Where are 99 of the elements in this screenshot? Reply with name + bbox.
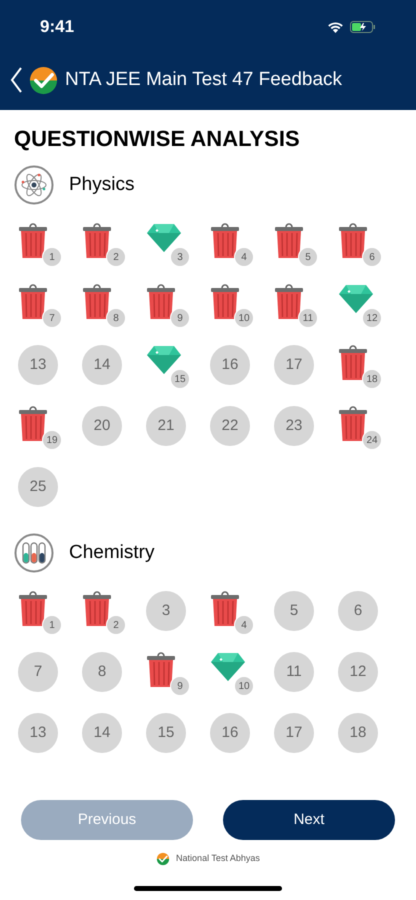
trash-bin-icon — [274, 284, 304, 320]
question-button[interactable]: 5 — [274, 223, 314, 263]
question-button[interactable]: 22 — [210, 406, 250, 446]
question-number: 8 — [106, 308, 126, 328]
question-number: 10 — [234, 308, 254, 328]
question-button[interactable]: 13 — [18, 713, 58, 753]
question-button[interactable]: 18 — [338, 713, 378, 753]
screen-title: NTA JEE Main Test 47 Feedback — [65, 68, 342, 92]
trash-bin-icon — [338, 406, 368, 442]
trash-bin-icon — [82, 223, 112, 259]
trash-bin-icon — [338, 223, 368, 259]
trash-bin-icon — [18, 406, 48, 442]
question-button[interactable]: 3 — [146, 591, 186, 631]
question-number: 10 — [234, 676, 254, 696]
question-button[interactable]: 7 — [18, 284, 58, 324]
question-number: 2 — [106, 615, 126, 635]
question-number: 1 — [42, 615, 62, 635]
question-number: 5 — [298, 247, 318, 267]
subject-name: Chemistry — [69, 540, 155, 565]
question-button[interactable]: 9 — [146, 652, 186, 692]
question-button[interactable]: 25 — [18, 467, 58, 507]
question-number: 4 — [234, 247, 254, 267]
question-button[interactable]: 21 — [146, 406, 186, 446]
question-button[interactable]: 18 — [338, 345, 378, 385]
diamond-icon — [146, 345, 182, 375]
question-button[interactable]: 17 — [274, 345, 314, 385]
question-button[interactable]: 10 — [210, 284, 250, 324]
question-button[interactable]: 7 — [18, 652, 58, 692]
question-number: 4 — [234, 615, 254, 635]
next-button[interactable]: Next — [223, 800, 395, 840]
question-button[interactable]: 8 — [82, 284, 122, 324]
trash-bin-icon — [146, 284, 176, 320]
question-button[interactable]: 2 — [82, 223, 122, 263]
question-button[interactable]: 5 — [274, 591, 314, 631]
trash-bin-icon — [18, 223, 48, 259]
question-number: 3 — [170, 247, 190, 267]
question-button[interactable]: 6 — [338, 223, 378, 263]
trash-bin-icon — [210, 284, 240, 320]
trash-bin-icon — [18, 284, 48, 320]
question-button[interactable]: 4 — [210, 223, 250, 263]
question-button[interactable]: 8 — [82, 652, 122, 692]
question-number: 9 — [170, 308, 190, 328]
diamond-icon — [210, 652, 246, 682]
test-tubes-icon — [14, 533, 54, 573]
question-number: 11 — [298, 308, 318, 328]
question-button[interactable]: 9 — [146, 284, 186, 324]
question-button[interactable]: 19 — [18, 406, 58, 446]
page-heading: QUESTIONWISE ANALYSIS — [14, 125, 301, 153]
question-button[interactable]: 15 — [146, 345, 186, 385]
question-number: 2 — [106, 247, 126, 267]
question-button[interactable]: 4 — [210, 591, 250, 631]
question-number: 18 — [362, 369, 382, 389]
trash-bin-icon — [338, 345, 368, 381]
question-button[interactable]: 14 — [82, 345, 122, 385]
question-number: 9 — [170, 676, 190, 696]
question-button[interactable]: 16 — [210, 345, 250, 385]
trash-bin-icon — [18, 591, 48, 627]
status-time: 9:41 — [40, 16, 74, 38]
brand-name: National Test Abhyas — [176, 852, 260, 866]
diamond-icon — [338, 284, 374, 314]
question-button[interactable]: 16 — [210, 713, 250, 753]
question-button[interactable]: 12 — [338, 652, 378, 692]
question-number: 12 — [362, 308, 382, 328]
question-button[interactable]: 20 — [82, 406, 122, 446]
question-button[interactable]: 12 — [338, 284, 378, 324]
question-button[interactable]: 24 — [338, 406, 378, 446]
trash-bin-icon — [210, 223, 240, 259]
wifi-icon — [327, 21, 344, 33]
trash-bin-icon — [274, 223, 304, 259]
question-button[interactable]: 1 — [18, 591, 58, 631]
question-button[interactable]: 10 — [210, 652, 250, 692]
battery-icon — [350, 21, 376, 33]
question-button[interactable]: 15 — [146, 713, 186, 753]
trash-bin-icon — [210, 591, 240, 627]
diamond-icon — [146, 223, 182, 253]
trash-bin-icon — [82, 591, 112, 627]
atom-icon — [14, 165, 54, 205]
logo-icon — [28, 64, 59, 96]
question-number: 7 — [42, 308, 62, 328]
subject-name: Physics — [69, 172, 134, 197]
question-button[interactable]: 13 — [18, 345, 58, 385]
question-button[interactable]: 14 — [82, 713, 122, 753]
question-number: 1 — [42, 247, 62, 267]
question-button[interactable]: 23 — [274, 406, 314, 446]
question-button[interactable]: 17 — [274, 713, 314, 753]
question-button[interactable]: 3 — [146, 223, 186, 263]
question-number: 15 — [170, 369, 190, 389]
question-number: 6 — [362, 247, 382, 267]
question-button[interactable]: 6 — [338, 591, 378, 631]
question-number: 24 — [362, 430, 382, 450]
question-button[interactable]: 2 — [82, 591, 122, 631]
question-button[interactable]: 11 — [274, 284, 314, 324]
question-button[interactable]: 1 — [18, 223, 58, 263]
question-button[interactable]: 11 — [274, 652, 314, 692]
trash-bin-icon — [82, 284, 112, 320]
back-button[interactable] — [10, 66, 24, 94]
trash-bin-icon — [146, 652, 176, 688]
question-number: 19 — [42, 430, 62, 450]
logo-icon — [156, 852, 170, 866]
